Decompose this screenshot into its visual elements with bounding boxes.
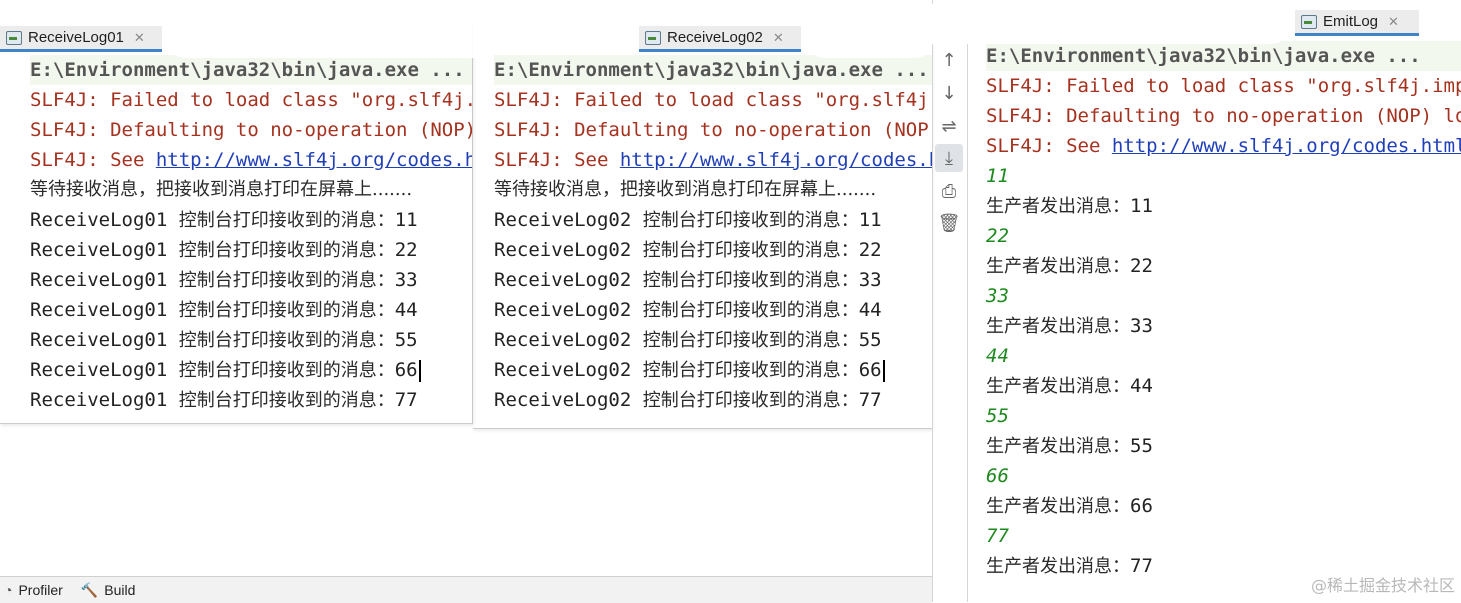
input-line: 66 [986, 465, 1009, 487]
soft-wrap-icon[interactable]: ⇌ [935, 112, 963, 140]
producer-line: 生产者发出消息：11 [986, 195, 1153, 217]
input-line: 44 [986, 345, 1009, 367]
producer-line: 生产者发出消息：33 [986, 315, 1153, 337]
toolbar-divider [967, 42, 968, 602]
received-line: ReceiveLog01 控制台打印接收到的消息：44 [30, 299, 418, 321]
received-line: ReceiveLog02 控制台打印接收到的消息：44 [494, 299, 882, 321]
received-line: ReceiveLog02 控制台打印接收到的消息：11 [494, 209, 882, 231]
tab-receivelog01[interactable]: ReceiveLog01 ✕ [0, 26, 162, 52]
producer-line: 生产者发出消息：66 [986, 495, 1153, 517]
profiler-button[interactable]: ◔ Profiler [4, 582, 63, 598]
close-icon[interactable]: ✕ [773, 30, 784, 46]
text-cursor [882, 359, 885, 382]
error-line: SLF4J: Defaulting to no-operation (NOP) … [986, 105, 1461, 127]
waiting-message: 等待接收消息，把接收到消息打印在屏幕上....... [30, 179, 413, 200]
arrow-down-icon[interactable]: ↓ [935, 79, 963, 107]
received-line: ReceiveLog01 控制台打印接收到的消息：55 [30, 329, 418, 351]
see-prefix: SLF4J: See [986, 135, 1112, 157]
redaction-blob [908, 4, 1291, 44]
error-line: SLF4J: Defaulting to no-operation (NOP) … [494, 119, 932, 141]
slf4j-link[interactable]: http://www.slf4j.org/codes.html#StaticLo… [156, 149, 472, 171]
console-panel-emitlog: EmitLog ✕ ↑ ↓ ⇌ ⤓ ⎙ 🗑 E:\Environment\jav… [932, 0, 1461, 602]
slf4j-link[interactable]: http://www.slf4j.org/codes.html#StaticLo… [1112, 135, 1461, 157]
arrow-up-icon[interactable]: ↑ [935, 46, 963, 74]
profiler-icon: ◔ [4, 582, 13, 598]
input-line: 55 [986, 405, 1009, 427]
console-output: E:\Environment\java32\bin\java.exe ... S… [494, 55, 932, 423]
error-line: SLF4J: Defaulting to no-operation (NOP) … [30, 119, 473, 141]
run-console-icon [645, 30, 661, 45]
command-line: E:\Environment\java32\bin\java.exe ... [30, 55, 472, 85]
producer-line: 生产者发出消息：77 [986, 555, 1153, 577]
console-output: E:\Environment\java32\bin\java.exe ... S… [30, 55, 472, 423]
received-line: ReceiveLog01 控制台打印接收到的消息：66 [30, 355, 421, 385]
error-line: SLF4J: Failed to load class "org.slf4j.i… [986, 75, 1461, 97]
build-button[interactable]: 🔨 Build [81, 582, 136, 599]
received-line: ReceiveLog02 控制台打印接收到的消息：55 [494, 329, 882, 351]
console-panel-receivelog02: ReceiveLog02 ✕ E:\Environment\java32\bin… [473, 18, 932, 429]
error-line: SLF4J: See http://www.slf4j.org/codes.ht… [494, 145, 932, 175]
received-line: ReceiveLog02 控制台打印接收到的消息：77 [494, 389, 882, 411]
see-prefix: SLF4J: See [30, 149, 156, 171]
tab-receivelog02[interactable]: ReceiveLog02 ✕ [639, 26, 801, 52]
build-label: Build [104, 582, 136, 598]
received-line: ReceiveLog01 控制台打印接收到的消息：77 [30, 389, 418, 411]
console-panel-receivelog01: ReceiveLog01 ✕ E:\Environment\java32\bin… [0, 18, 473, 424]
error-line: SLF4J: See http://www.slf4j.org/codes.ht… [30, 145, 472, 175]
tab-emitlog[interactable]: EmitLog ✕ [1295, 10, 1419, 36]
received-line: ReceiveLog01 控制台打印接收到的消息：22 [30, 239, 418, 261]
hammer-icon: 🔨 [80, 581, 99, 598]
scroll-to-end-icon[interactable]: ⤓ [935, 144, 963, 172]
input-line: 33 [986, 285, 1009, 307]
received-line: ReceiveLog02 控制台打印接收到的消息：22 [494, 239, 882, 261]
producer-line: 生产者发出消息：55 [986, 435, 1153, 457]
input-line: 77 [986, 525, 1009, 547]
run-console-icon [1301, 14, 1317, 29]
trash-icon[interactable]: 🗑 [935, 209, 963, 237]
tab-label: ReceiveLog01 [28, 29, 124, 46]
console-output: E:\Environment\java32\bin\java.exe ... S… [986, 41, 1461, 581]
received-line: ReceiveLog01 控制台打印接收到的消息：33 [30, 269, 418, 291]
received-line: ReceiveLog02 控制台打印接收到的消息：33 [494, 269, 882, 291]
close-icon[interactable]: ✕ [1388, 14, 1399, 30]
producer-line: 生产者发出消息：44 [986, 375, 1153, 397]
see-prefix: SLF4J: See [494, 149, 620, 171]
watermark: @稀土掘金技术社区 [1310, 576, 1455, 595]
received-line: ReceiveLog02 控制台打印接收到的消息：66 [494, 355, 885, 385]
slf4j-link[interactable]: http://www.slf4j.org/codes.html#StaticLo… [620, 149, 932, 171]
print-icon[interactable]: ⎙ [935, 177, 963, 205]
input-line: 22 [986, 225, 1009, 247]
error-line: SLF4J: Failed to load class "org.slf4j.i… [494, 89, 932, 111]
waiting-message: 等待接收消息，把接收到消息打印在屏幕上....... [494, 179, 877, 200]
tab-label: EmitLog [1323, 13, 1379, 30]
input-line: 11 [986, 165, 1009, 187]
run-console-icon [6, 30, 22, 45]
close-icon[interactable]: ✕ [134, 30, 145, 46]
tab-label: ReceiveLog02 [667, 29, 763, 46]
command-line: E:\Environment\java32\bin\java.exe ... [494, 55, 932, 85]
profiler-label: Profiler [18, 582, 63, 598]
producer-line: 生产者发出消息：22 [986, 255, 1153, 277]
error-line: SLF4J: Failed to load class "org.slf4j.i… [30, 89, 472, 111]
text-cursor [418, 359, 421, 382]
status-bar: ◔ Profiler 🔨 Build [0, 576, 932, 603]
received-line: ReceiveLog01 控制台打印接收到的消息：11 [30, 209, 418, 231]
command-line: E:\Environment\java32\bin\java.exe ... [986, 41, 1461, 71]
error-line: SLF4J: See http://www.slf4j.org/codes.ht… [986, 131, 1461, 161]
